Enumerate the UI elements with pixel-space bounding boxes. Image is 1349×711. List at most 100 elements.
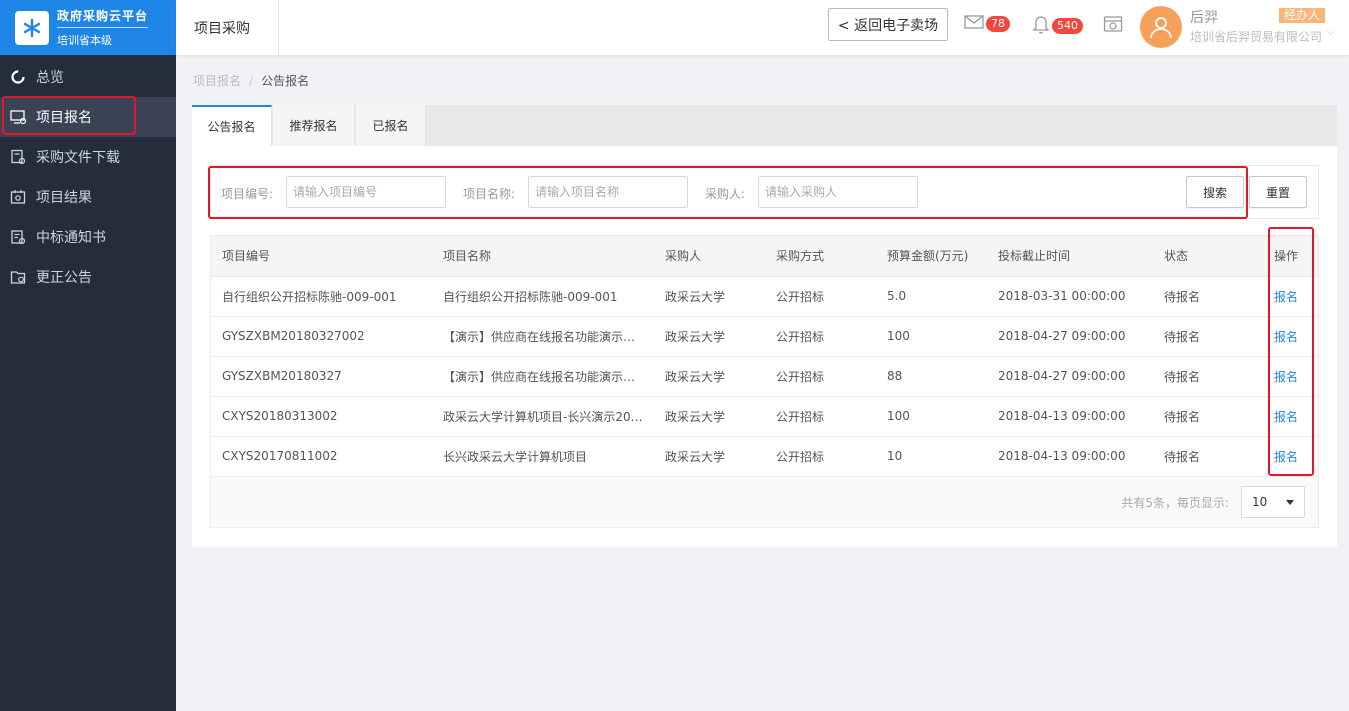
sidebar-item-document-download[interactable]: 采购文件下载 (0, 137, 176, 177)
project-name-cell: 【演示】供应商在线报名功能演示… (432, 356, 654, 397)
project-code-cell: CXYS20170811002 (211, 436, 432, 477)
page-size-value: 10 (1252, 495, 1268, 509)
deadline-cell: 2018-04-27 09:00:00 (987, 356, 1153, 397)
deadline-cell: 2018-04-13 09:00:00 (987, 436, 1153, 477)
deadline-cell: 2018-04-27 09:00:00 (987, 316, 1153, 357)
table-row: 自行组织公开招标陈驰-009-001 自行组织公开招标陈驰-009-001 政采… (211, 276, 1318, 317)
platform-title: 政府采购云平台 (57, 7, 149, 28)
table-row: GYSZXBM20180327 【演示】供应商在线报名功能演示… 政采云大学 公… (211, 356, 1318, 397)
project-name-cell: 自行组织公开招标陈驰-009-001 (432, 276, 654, 317)
sidebar-item-label: 更正公告 (36, 270, 92, 286)
project-code-cell: GYSZXBM20180327002 (211, 316, 432, 357)
notice-icon (9, 228, 27, 246)
deadline-cell: 2018-04-13 09:00:00 (987, 396, 1153, 437)
status-cell: 待报名 (1153, 436, 1263, 477)
breadcrumb: 项目报名 / 公告报名 (193, 72, 309, 89)
sidebar-item-award-notice[interactable]: 中标通知书 (0, 217, 176, 257)
media-button[interactable] (1103, 14, 1123, 37)
sidebar-item-correction-notice[interactable]: 更正公告 (0, 257, 176, 297)
table-row: CXYS20180313002 政采云大学计算机项目-长兴演示20… 政采云大学… (211, 396, 1318, 437)
bell-icon (1032, 14, 1050, 37)
breadcrumb-separator: / (249, 74, 254, 88)
method-cell: 公开招标 (765, 356, 876, 397)
project-name-input[interactable] (528, 176, 688, 208)
sidebar-item-label: 项目结果 (36, 190, 92, 206)
search-button[interactable]: 搜索 (1186, 176, 1244, 208)
filter-bar: 项目编号: 项目名称: 采购人: 搜索 重置 (210, 165, 1319, 219)
tab-recommended-register[interactable]: 推荐报名 (273, 105, 355, 146)
sidebar-menu: 总览 项目报名 采购文件下载 项目结果 中标通知书 更正公告 (0, 57, 176, 297)
result-icon (9, 188, 27, 206)
breadcrumb-current: 公告报名 (261, 74, 310, 88)
page-size-select[interactable]: 10 (1241, 486, 1305, 518)
project-name-cell: 【演示】供应商在线报名功能演示… (432, 316, 654, 357)
budget-cell: 10 (876, 436, 987, 477)
method-cell: 公开招标 (765, 276, 876, 317)
sidebar-item-overview[interactable]: 总览 (0, 57, 176, 97)
table-row: CXYS20170811002 长兴政采云大学计算机项目 政采云大学 公开招标 … (211, 436, 1318, 477)
method-cell: 公开招标 (765, 436, 876, 477)
status-cell: 待报名 (1153, 396, 1263, 437)
register-link[interactable]: 报名 (1274, 290, 1298, 304)
dashboard-icon (9, 68, 27, 86)
sidebar-item-project-result[interactable]: 项目结果 (0, 177, 176, 217)
sidebar-item-project-register[interactable]: 项目报名 (0, 97, 176, 137)
budget-cell: 100 (876, 396, 987, 437)
purchaser-input[interactable] (758, 176, 918, 208)
correction-icon (9, 268, 27, 286)
register-link[interactable]: 报名 (1274, 370, 1298, 384)
method-cell: 公开招标 (765, 396, 876, 437)
avatar[interactable] (1140, 6, 1182, 48)
purchaser-cell: 政采云大学 (654, 436, 765, 477)
method-cell: 公开招标 (765, 316, 876, 357)
table-header-row: 项目编号 项目名称 采购人 采购方式 预算金额(万元) 投标截止时间 状态 操作 (211, 236, 1318, 277)
platform-subtitle: 培训省本级 (57, 34, 112, 47)
main-panel: 项目编号: 项目名称: 采购人: 搜索 重置 项目编号 项目名称 采购人 采购方… (192, 146, 1337, 547)
sidebar-item-label: 项目报名 (36, 110, 92, 126)
breadcrumb-parent[interactable]: 项目报名 (193, 74, 241, 88)
status-cell: 待报名 (1153, 356, 1263, 397)
purchaser-cell: 政采云大学 (654, 316, 765, 357)
user-role-badge: 经办人 (1279, 8, 1326, 23)
tab-registered[interactable]: 已报名 (356, 105, 426, 146)
caret-down-icon (1286, 499, 1294, 505)
header-title: 项目采购 (176, 0, 279, 55)
tab-announcement-register[interactable]: 公告报名 (192, 105, 272, 146)
tab-bar: 公告报名 推荐报名 已报名 (192, 105, 1337, 146)
top-header: 项目采购 < 返回电子卖场 78 540 后羿 经办人 培训省后羿贸易有限公司 … (176, 0, 1349, 55)
mail-count-badge: 78 (986, 15, 1010, 32)
project-code-cell: GYSZXBM20180327 (211, 356, 432, 397)
column-header: 采购方式 (765, 236, 876, 277)
notification-button[interactable]: 540 (1032, 14, 1083, 37)
column-header: 投标截止时间 (987, 236, 1153, 277)
notification-count-badge: 540 (1052, 17, 1083, 34)
pagination-summary: 共有5条，每页显示: (1121, 495, 1229, 510)
project-table: 项目编号 项目名称 采购人 采购方式 预算金额(万元) 投标截止时间 状态 操作… (210, 235, 1319, 528)
project-code-cell: CXYS20180313002 (211, 396, 432, 437)
reset-button[interactable]: 重置 (1249, 176, 1307, 208)
register-link[interactable]: 报名 (1274, 450, 1298, 464)
user-company: 培训省后羿贸易有限公司 (1190, 30, 1323, 44)
project-code-input[interactable] (286, 176, 446, 208)
budget-cell: 88 (876, 356, 987, 397)
user-name: 后羿 (1190, 10, 1218, 26)
status-cell: 待报名 (1153, 276, 1263, 317)
register-link[interactable]: 报名 (1274, 330, 1298, 344)
user-icon (1150, 17, 1172, 39)
purchaser-cell: 政采云大学 (654, 276, 765, 317)
budget-cell: 5.0 (876, 276, 987, 317)
mail-button[interactable]: 78 (964, 14, 1010, 33)
logo: 政府采购云平台 培训省本级 (0, 0, 176, 55)
purchaser-cell: 政采云大学 (654, 396, 765, 437)
pagination: 共有5条，每页显示: 10 (1121, 486, 1305, 518)
sidebar-item-label: 总览 (36, 70, 64, 86)
register-link[interactable]: 报名 (1274, 410, 1298, 424)
project-code-cell: 自行组织公开招标陈驰-009-001 (211, 276, 432, 317)
chevron-down-icon[interactable]: ⌵ (1327, 27, 1335, 38)
column-header: 操作 (1263, 236, 1318, 277)
deadline-cell: 2018-03-31 00:00:00 (987, 276, 1153, 317)
status-cell: 待报名 (1153, 316, 1263, 357)
column-header: 项目名称 (432, 236, 654, 277)
back-to-emall-button[interactable]: < 返回电子卖场 (828, 8, 948, 41)
sidebar-item-label: 中标通知书 (36, 230, 106, 246)
